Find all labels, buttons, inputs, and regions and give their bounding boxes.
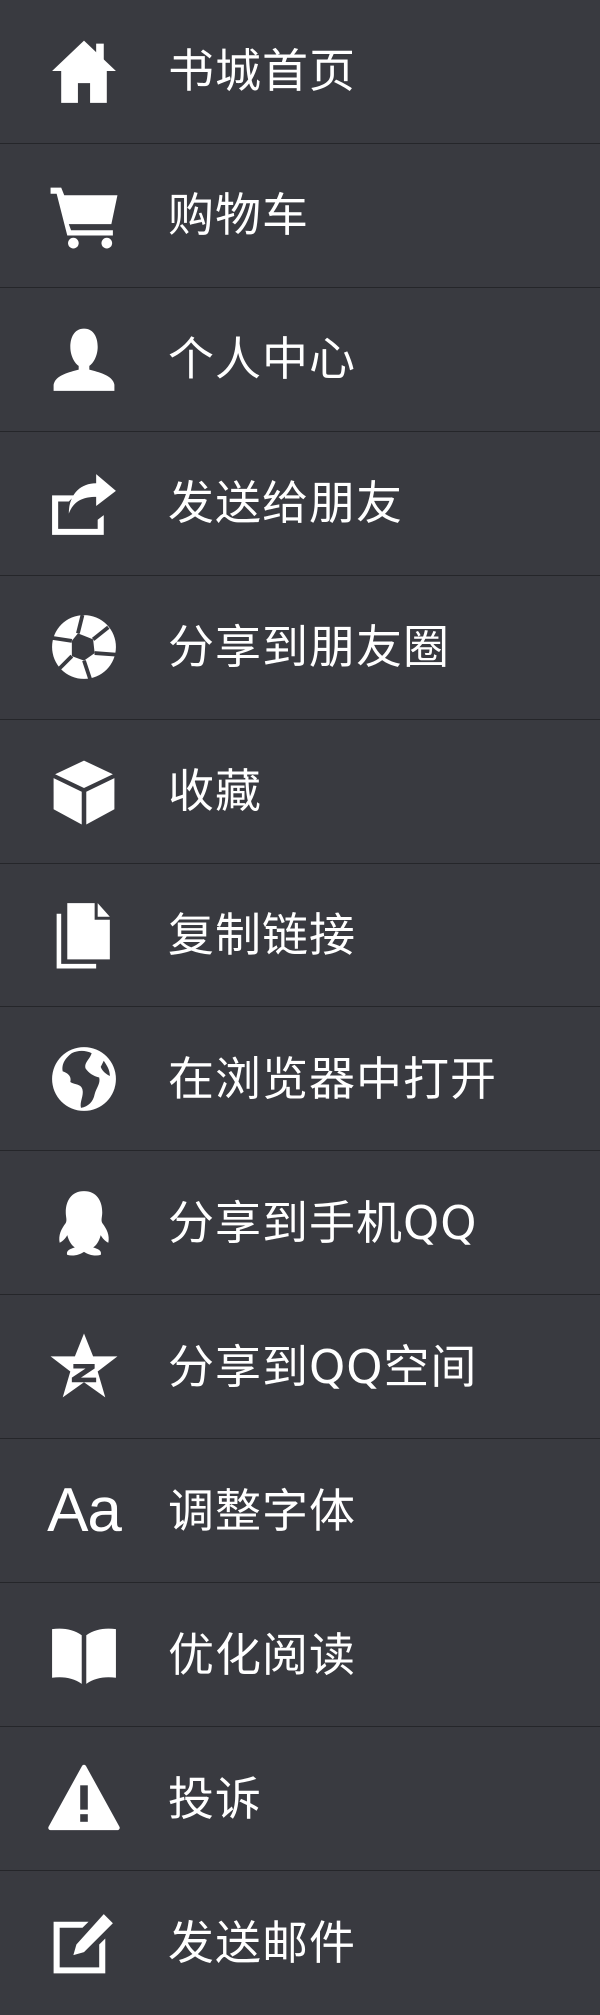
menu-item-label: 购物车 — [168, 188, 309, 243]
cube-icon — [42, 749, 126, 833]
share-menu: 书城首页 购物车 个人中心 发送给朋友 分享到朋友圈 收藏 复制链接 在浏览器中… — [0, 0, 600, 2015]
globe-icon — [42, 1037, 126, 1121]
menu-item-copy-link[interactable]: 复制链接 — [0, 864, 600, 1008]
menu-item-send-friend[interactable]: 发送给朋友 — [0, 432, 600, 576]
menu-item-label: 发送给朋友 — [168, 476, 403, 531]
menu-item-report[interactable]: 投诉 — [0, 1727, 600, 1871]
menu-item-label: 优化阅读 — [168, 1627, 356, 1682]
menu-item-label: 投诉 — [168, 1771, 262, 1826]
menu-item-label: 分享到手机QQ — [168, 1195, 478, 1250]
aperture-icon — [42, 605, 126, 689]
warning-icon — [42, 1757, 126, 1841]
copy-icon — [42, 893, 126, 977]
menu-item-label: 复制链接 — [168, 907, 356, 962]
menu-item-label: 书城首页 — [168, 44, 356, 99]
menu-item-label: 发送邮件 — [168, 1915, 356, 1970]
edit-icon — [42, 1901, 126, 1985]
menu-item-label: 分享到QQ空间 — [168, 1339, 478, 1394]
font-size-glyph: Aa — [47, 1475, 122, 1545]
menu-item-home[interactable]: 书城首页 — [0, 0, 600, 144]
user-icon — [42, 317, 126, 401]
menu-item-favorite[interactable]: 收藏 — [0, 720, 600, 864]
menu-item-moments[interactable]: 分享到朋友圈 — [0, 576, 600, 720]
menu-item-font[interactable]: Aa 调整字体 — [0, 1439, 600, 1584]
home-icon — [42, 29, 126, 113]
menu-item-share-qq[interactable]: 分享到手机QQ — [0, 1151, 600, 1296]
menu-item-open-browser[interactable]: 在浏览器中打开 — [0, 1007, 600, 1152]
menu-item-optimize[interactable]: 优化阅读 — [0, 1583, 600, 1728]
font-size-icon: Aa — [42, 1469, 126, 1553]
menu-item-label: 个人中心 — [168, 332, 356, 387]
cart-icon — [42, 173, 126, 257]
menu-item-profile[interactable]: 个人中心 — [0, 288, 600, 432]
menu-item-label: 在浏览器中打开 — [168, 1051, 497, 1106]
menu-item-label: 收藏 — [168, 764, 262, 819]
share-icon — [42, 461, 126, 545]
menu-item-label: 分享到朋友圈 — [168, 620, 450, 675]
qzone-icon — [42, 1325, 126, 1409]
qq-icon — [42, 1181, 126, 1265]
menu-item-email[interactable]: 发送邮件 — [0, 1871, 600, 2015]
menu-item-cart[interactable]: 购物车 — [0, 144, 600, 288]
menu-item-label: 调整字体 — [168, 1483, 356, 1538]
book-icon — [42, 1613, 126, 1697]
menu-item-share-qzone[interactable]: 分享到QQ空间 — [0, 1295, 600, 1440]
